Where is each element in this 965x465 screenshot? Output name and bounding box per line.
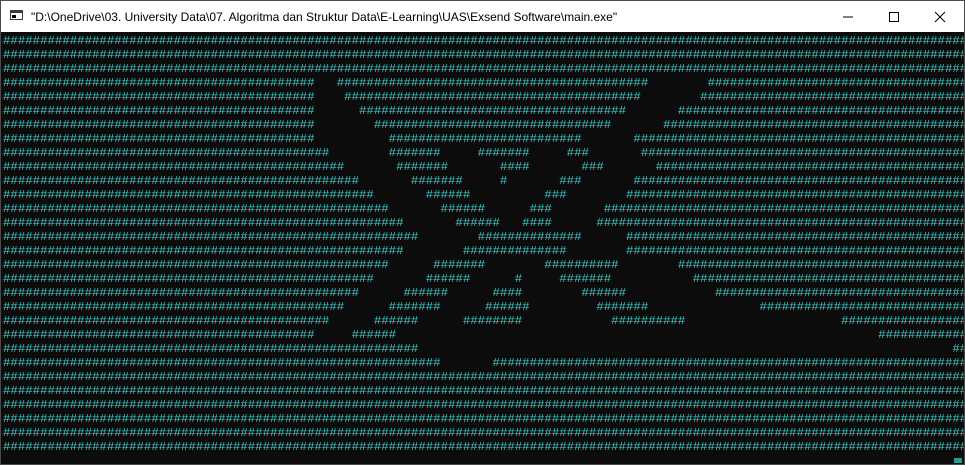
console-line: ########################################… (3, 104, 964, 118)
minimize-button[interactable] (825, 1, 871, 32)
console-line: ########################################… (3, 398, 964, 412)
console-line: ########################################… (3, 258, 964, 272)
console-line: ########################################… (3, 34, 964, 48)
console-line: ########################################… (3, 272, 964, 286)
console-line: ########################################… (3, 174, 964, 188)
minimize-icon (843, 16, 853, 18)
console-line: ########################################… (3, 356, 964, 370)
console-line: ########################################… (3, 384, 964, 398)
console-line: ########################################… (3, 230, 964, 244)
console-line: ########################################… (3, 440, 964, 454)
console-app-icon[interactable] (10, 10, 23, 20)
console-line: ########################################… (3, 286, 964, 300)
console-line: ########################################… (3, 76, 964, 90)
console-line: ########################################… (3, 412, 964, 426)
window-title: "D:\OneDrive\03. University Data\07. Alg… (31, 10, 618, 24)
console-line: ########################################… (3, 216, 964, 230)
console-output[interactable]: ########################################… (1, 32, 964, 457)
maximize-icon (889, 12, 899, 22)
console-window: "D:\OneDrive\03. University Data\07. Alg… (0, 0, 965, 465)
console-line: ########################################… (3, 188, 964, 202)
console-line: ########################################… (3, 426, 964, 440)
console-line: ########################################… (3, 244, 964, 258)
console-line: ########################################… (3, 202, 964, 216)
console-line: ########################################… (3, 90, 964, 104)
title-bar[interactable]: "D:\OneDrive\03. University Data\07. Alg… (1, 1, 964, 32)
close-button[interactable] (917, 1, 963, 32)
console-line: ########################################… (3, 132, 964, 146)
resize-grip[interactable] (954, 458, 962, 463)
console-line: ########################################… (3, 328, 964, 342)
console-line: ########################################… (3, 118, 964, 132)
console-line: ########################################… (3, 342, 964, 356)
console-line: ########################################… (3, 370, 964, 384)
console-line: ########################################… (3, 146, 964, 160)
console-line: ########################################… (3, 62, 964, 76)
console-line: ########################################… (3, 300, 964, 314)
console-line: ########################################… (3, 314, 964, 328)
maximize-button[interactable] (871, 1, 917, 32)
console-line: ########################################… (3, 160, 964, 174)
console-line: ########################################… (3, 48, 964, 62)
close-icon (934, 11, 946, 23)
window-bottom-edge (1, 457, 964, 464)
